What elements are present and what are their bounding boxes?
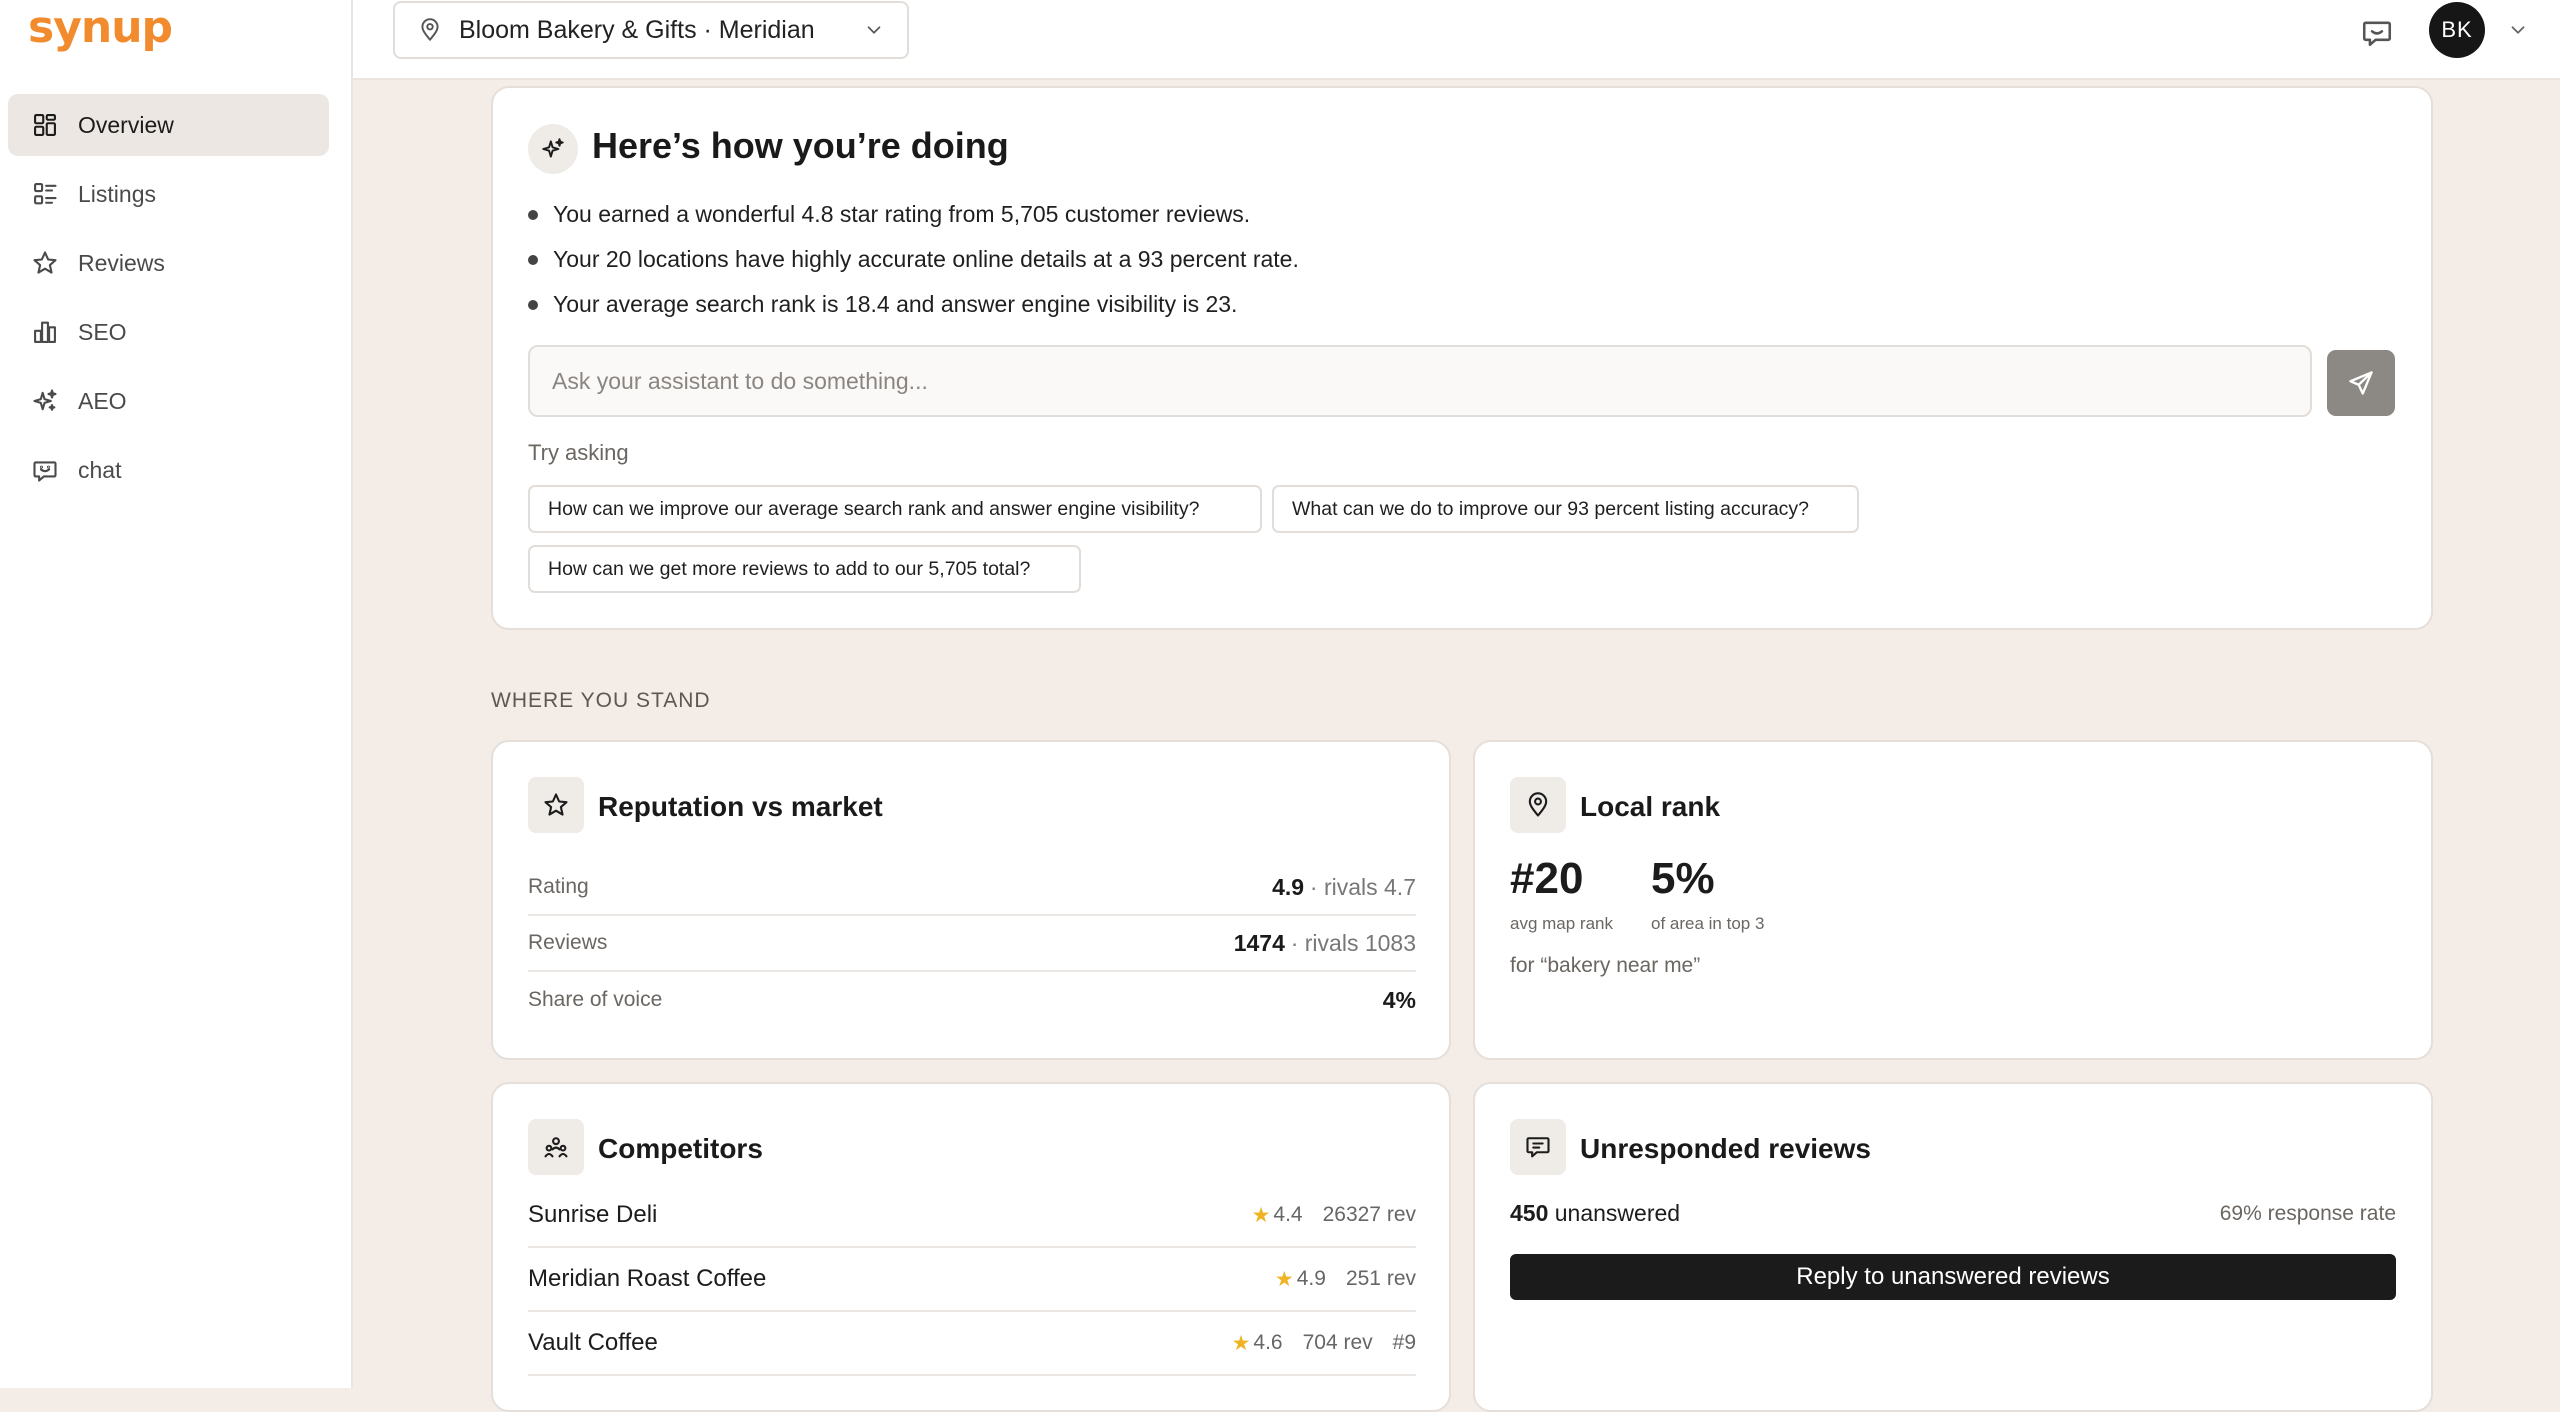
card-title: Unresponded reviews bbox=[1580, 1133, 1871, 1164]
sidebar-item-aeo[interactable]: AEO bbox=[8, 370, 329, 432]
competitor-rating: 4.6 bbox=[1253, 1331, 1283, 1354]
competitor-rating: 4.9 bbox=[1296, 1267, 1326, 1290]
sidebar-item-seo[interactable]: SEO bbox=[8, 301, 329, 363]
card-title: Competitors bbox=[598, 1133, 763, 1164]
sparkle-icon bbox=[30, 386, 60, 416]
suggestion-chip[interactable]: How can we improve our average search ra… bbox=[528, 485, 1262, 533]
reviews-row: Reviews 1474 · rivals 1083 bbox=[528, 916, 1416, 972]
send-button[interactable] bbox=[2327, 350, 2395, 416]
summary-card: Here’s how you’re doing You earned a won… bbox=[491, 86, 2433, 630]
try-asking-label: Try asking bbox=[528, 440, 629, 465]
share-of-voice-row: Share of voice 4% bbox=[528, 972, 1416, 1028]
grid-icon bbox=[30, 110, 60, 140]
sidebar-item-overview[interactable]: Overview bbox=[8, 94, 329, 156]
sidebar-item-listings[interactable]: Listings bbox=[8, 163, 329, 225]
star-icon bbox=[30, 248, 60, 278]
star-icon: ★ bbox=[1231, 1331, 1251, 1355]
section-heading: WHERE YOU STAND bbox=[491, 689, 711, 712]
chat-icon bbox=[30, 455, 60, 485]
row-label: Reviews bbox=[528, 931, 608, 954]
star-icon: ★ bbox=[1274, 1267, 1294, 1291]
card-title: Reputation vs market bbox=[598, 791, 883, 822]
competitor-reviews: 251 rev bbox=[1345, 1267, 1416, 1290]
rating-row: Rating 4.9 · rivals 4.7 bbox=[528, 860, 1416, 916]
star-icon bbox=[528, 777, 584, 833]
summary-bullets: You earned a wonderful 4.8 star rating f… bbox=[528, 192, 1299, 327]
summary-bullet: Your average search rank is 18.4 and ans… bbox=[528, 282, 1299, 327]
assistant-input[interactable] bbox=[528, 345, 2312, 417]
competitor-rating: 4.4 bbox=[1273, 1203, 1303, 1226]
response-rate: 69% response rate bbox=[2219, 1202, 2396, 1225]
competitor-name: Vault Coffee bbox=[528, 1329, 658, 1356]
chevron-down-icon bbox=[863, 19, 885, 41]
unresponded-reviews-card: Unresponded reviews 450 unanswered 69% r… bbox=[1473, 1082, 2433, 1412]
row-label: Share of voice bbox=[528, 988, 663, 1011]
avg-map-rank-value: #20 bbox=[1510, 854, 1584, 903]
avatar[interactable]: BK bbox=[2429, 2, 2485, 58]
sidebar: synup Overview Listings Reviews SEO AEO … bbox=[0, 0, 353, 1388]
competitor-row[interactable]: Vault Coffee ★ 4.6 704 rev #9 bbox=[528, 1312, 1416, 1376]
map-pin-icon bbox=[417, 17, 443, 43]
unanswered-count: 450 unanswered bbox=[1510, 1200, 1680, 1227]
summary-bullet: You earned a wonderful 4.8 star rating f… bbox=[528, 192, 1299, 237]
top3-caption: of area in top 3 bbox=[1651, 914, 1765, 933]
location-selector[interactable]: Bloom Bakery & Gifts · Meridian bbox=[393, 1, 909, 59]
star-icon: ★ bbox=[1251, 1203, 1271, 1227]
location-name: Bloom Bakery & Gifts · Meridian bbox=[459, 15, 815, 44]
local-rank-card: Local rank #20 avg map rank 5% of area i… bbox=[1473, 740, 2433, 1060]
row-label: Rating bbox=[528, 875, 589, 898]
message-icon bbox=[1510, 1119, 1566, 1175]
row-value: 4.9 bbox=[1272, 873, 1305, 900]
search-query: for “bakery near me” bbox=[1510, 954, 1701, 977]
summary-title: Here’s how you’re doing bbox=[592, 125, 1009, 166]
map-pin-icon bbox=[1510, 777, 1566, 833]
reply-unanswered-button[interactable]: Reply to unanswered reviews bbox=[1510, 1254, 2396, 1300]
avg-map-rank-caption: avg map rank bbox=[1510, 914, 1613, 933]
sidebar-item-label: Reviews bbox=[78, 249, 165, 276]
bar-chart-icon bbox=[30, 317, 60, 347]
competitor-rank: #9 bbox=[1392, 1331, 1416, 1354]
sidebar-item-label: Overview bbox=[78, 111, 174, 138]
top-bar: Bloom Bakery & Gifts · Meridian BK bbox=[353, 0, 2560, 80]
competitor-row[interactable]: Sunrise Deli ★ 4.4 26327 rev bbox=[528, 1184, 1416, 1248]
unanswered-number: 450 bbox=[1510, 1200, 1549, 1226]
send-icon bbox=[2349, 371, 2373, 395]
sidebar-item-label: Listings bbox=[78, 180, 156, 207]
list-icon bbox=[30, 179, 60, 209]
unanswered-suffix: unanswered bbox=[1548, 1200, 1681, 1226]
competitor-reviews: 704 rev bbox=[1302, 1331, 1373, 1354]
row-value: 4% bbox=[1382, 986, 1416, 1013]
competitor-reviews: 26327 rev bbox=[1322, 1203, 1416, 1226]
card-title: Local rank bbox=[1580, 791, 1721, 822]
competitor-row[interactable]: Meridian Roast Coffee ★ 4.9 251 rev bbox=[528, 1248, 1416, 1312]
rival-value: · rivals 1083 bbox=[1290, 929, 1416, 956]
sidebar-item-label: SEO bbox=[78, 318, 127, 345]
competitors-card: Competitors Sunrise Deli ★ 4.4 26327 rev… bbox=[491, 1082, 1451, 1412]
chat-icon[interactable] bbox=[2360, 15, 2394, 49]
sidebar-item-chat[interactable]: chat bbox=[8, 439, 329, 501]
sidebar-item-reviews[interactable]: Reviews bbox=[8, 232, 329, 294]
summary-bullet: Your 20 locations have highly accurate o… bbox=[528, 237, 1299, 282]
competitor-name: Meridian Roast Coffee bbox=[528, 1265, 767, 1292]
suggestion-chip[interactable]: How can we get more reviews to add to ou… bbox=[528, 545, 1081, 593]
chevron-down-icon[interactable] bbox=[2507, 19, 2529, 41]
suggestion-chip[interactable]: What can we do to improve our 93 percent… bbox=[1272, 485, 1859, 533]
sidebar-nav: Overview Listings Reviews SEO AEO chat bbox=[8, 94, 329, 508]
sidebar-item-label: chat bbox=[78, 456, 122, 483]
reputation-card: Reputation vs market Rating 4.9 · rivals… bbox=[491, 740, 1451, 1060]
top3-value: 5% bbox=[1651, 854, 1715, 903]
users-icon bbox=[528, 1119, 584, 1175]
rival-value: · rivals 4.7 bbox=[1309, 873, 1416, 900]
synup-logo[interactable]: synup bbox=[28, 2, 173, 53]
sidebar-item-label: AEO bbox=[78, 387, 127, 414]
competitor-name: Sunrise Deli bbox=[528, 1201, 658, 1228]
sparkle-icon bbox=[528, 124, 578, 174]
row-value: 1474 bbox=[1233, 929, 1285, 956]
